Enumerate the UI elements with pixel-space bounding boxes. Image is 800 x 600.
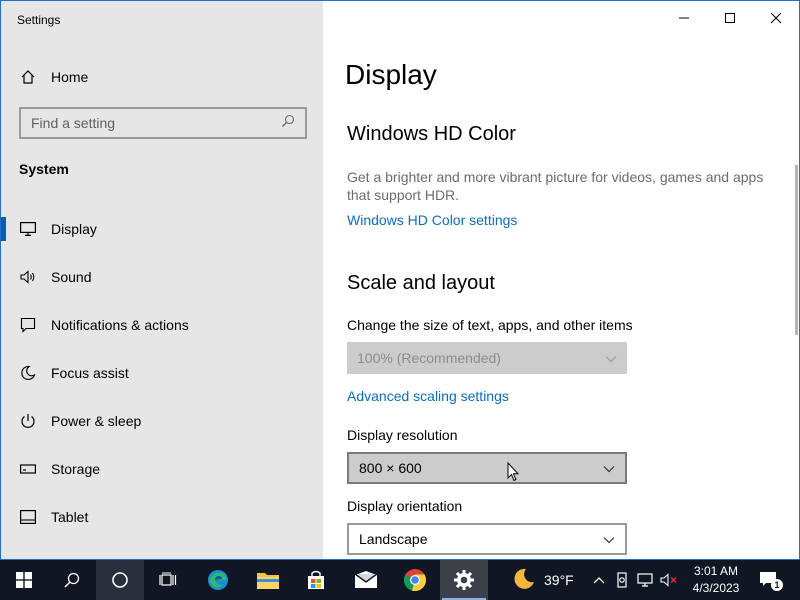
mail-button[interactable] bbox=[342, 560, 390, 600]
sidebar-item-focus-assist[interactable]: Focus assist bbox=[1, 349, 323, 397]
sidebar: Settings Home System Display bbox=[1, 1, 323, 559]
start-button[interactable] bbox=[0, 560, 48, 600]
clock-date: 4/3/2023 bbox=[692, 581, 740, 595]
advanced-scaling-link[interactable]: Advanced scaling settings bbox=[347, 388, 509, 404]
content-scrollbar[interactable] bbox=[795, 165, 798, 335]
main-content: Display Windows HD Color Get a brighter … bbox=[323, 1, 799, 559]
sidebar-item-display[interactable]: Display bbox=[1, 205, 323, 253]
moon-icon bbox=[19, 364, 37, 382]
gear-icon bbox=[454, 570, 474, 590]
sidebar-item-storage[interactable]: Storage bbox=[1, 445, 323, 493]
cortana-icon bbox=[112, 572, 128, 588]
monitor-icon bbox=[19, 220, 37, 238]
search-box[interactable] bbox=[19, 107, 307, 139]
device-tray-icon[interactable] bbox=[612, 560, 632, 600]
chrome-button[interactable] bbox=[392, 560, 438, 600]
search-taskbar-button[interactable] bbox=[48, 560, 96, 600]
mail-icon bbox=[354, 571, 378, 588]
cortana-button[interactable] bbox=[96, 560, 144, 600]
sidebar-item-label: Tablet bbox=[51, 509, 89, 525]
resolution-label: Display resolution bbox=[347, 427, 458, 443]
removable-device-icon bbox=[617, 572, 627, 588]
speaker-icon bbox=[19, 268, 37, 286]
notification-icon bbox=[19, 316, 37, 334]
sidebar-item-power-sleep[interactable]: Power & sleep bbox=[1, 397, 323, 445]
sidebar-item-label: Storage bbox=[51, 461, 101, 477]
show-hidden-icons-button[interactable] bbox=[588, 560, 610, 600]
resolution-dropdown[interactable]: 800 × 600 bbox=[347, 452, 627, 484]
chevron-down-icon bbox=[603, 460, 615, 476]
file-explorer-button[interactable] bbox=[244, 560, 292, 600]
chevron-down-icon bbox=[603, 531, 615, 547]
task-view-button[interactable] bbox=[144, 560, 192, 600]
home-icon bbox=[19, 68, 37, 86]
chrome-icon bbox=[404, 569, 426, 592]
storage-icon bbox=[19, 460, 37, 478]
edge-button[interactable] bbox=[194, 560, 242, 600]
taskbar: 39°F 3:01 AM 4/3/2023 1 bbox=[0, 560, 800, 600]
sidebar-item-label: Power & sleep bbox=[51, 413, 142, 429]
system-clock[interactable]: 3:01 AM 4/3/2023 bbox=[686, 563, 746, 597]
sidebar-item-label: Notifications & actions bbox=[51, 317, 189, 333]
chevron-up-icon bbox=[593, 577, 605, 584]
mouse-cursor-icon bbox=[507, 461, 520, 487]
scale-dropdown: 100% (Recommended) bbox=[347, 342, 627, 374]
task-view-icon bbox=[159, 572, 177, 586]
weather-widget[interactable]: 39°F bbox=[512, 560, 574, 600]
scale-value: 100% (Recommended) bbox=[357, 350, 501, 366]
home-link[interactable]: Home bbox=[19, 65, 88, 89]
home-label: Home bbox=[51, 69, 89, 85]
hdr-settings-link[interactable]: Windows HD Color settings bbox=[347, 212, 517, 228]
search-input[interactable] bbox=[31, 115, 281, 131]
orientation-value: Landscape bbox=[359, 531, 428, 547]
settings-taskbar-button[interactable] bbox=[440, 560, 488, 600]
hdr-description: Get a brighter and more vibrant picture … bbox=[347, 169, 764, 203]
sidebar-item-sound[interactable]: Sound bbox=[1, 253, 323, 301]
moon-icon bbox=[512, 567, 536, 594]
change-size-label: Change the size of text, apps, and other… bbox=[347, 317, 633, 333]
orientation-label: Display orientation bbox=[347, 498, 463, 514]
store-icon bbox=[308, 570, 324, 589]
search-icon bbox=[64, 572, 80, 588]
page-title: Display bbox=[345, 59, 437, 90]
sidebar-item-notifications[interactable]: Notifications & actions bbox=[1, 301, 323, 349]
network-icon bbox=[637, 573, 653, 587]
network-tray-icon[interactable] bbox=[634, 560, 656, 600]
notification-count-badge: 1 bbox=[771, 579, 783, 591]
sidebar-item-label: Focus assist bbox=[51, 365, 129, 381]
resolution-value: 800 × 600 bbox=[359, 460, 422, 476]
sidebar-nav: Display Sound Notifications & actions Fo… bbox=[1, 205, 323, 541]
scale-heading: Scale and layout bbox=[347, 272, 495, 294]
hdr-heading: Windows HD Color bbox=[347, 123, 516, 145]
search-icon[interactable] bbox=[281, 114, 295, 133]
orientation-dropdown[interactable]: Landscape bbox=[347, 523, 627, 555]
section-label: System bbox=[19, 161, 69, 177]
folder-icon bbox=[257, 573, 279, 589]
action-center-button[interactable]: 1 bbox=[752, 560, 786, 600]
settings-window: Settings Home System Display bbox=[0, 0, 800, 560]
sidebar-item-label: Sound bbox=[51, 269, 92, 285]
volume-muted-icon bbox=[660, 573, 677, 587]
power-icon bbox=[19, 412, 37, 430]
sidebar-item-label: Display bbox=[51, 221, 97, 237]
clock-time: 3:01 AM bbox=[693, 564, 739, 578]
tablet-icon bbox=[19, 508, 37, 526]
chevron-down-icon bbox=[605, 350, 617, 366]
weather-temperature: 39°F bbox=[544, 572, 574, 588]
windows-logo-icon bbox=[16, 572, 32, 588]
volume-tray-icon[interactable] bbox=[658, 560, 680, 600]
edge-icon bbox=[208, 570, 228, 590]
window-title: Settings bbox=[17, 13, 61, 27]
sidebar-item-tablet[interactable]: Tablet bbox=[1, 493, 323, 541]
store-button[interactable] bbox=[292, 560, 340, 600]
